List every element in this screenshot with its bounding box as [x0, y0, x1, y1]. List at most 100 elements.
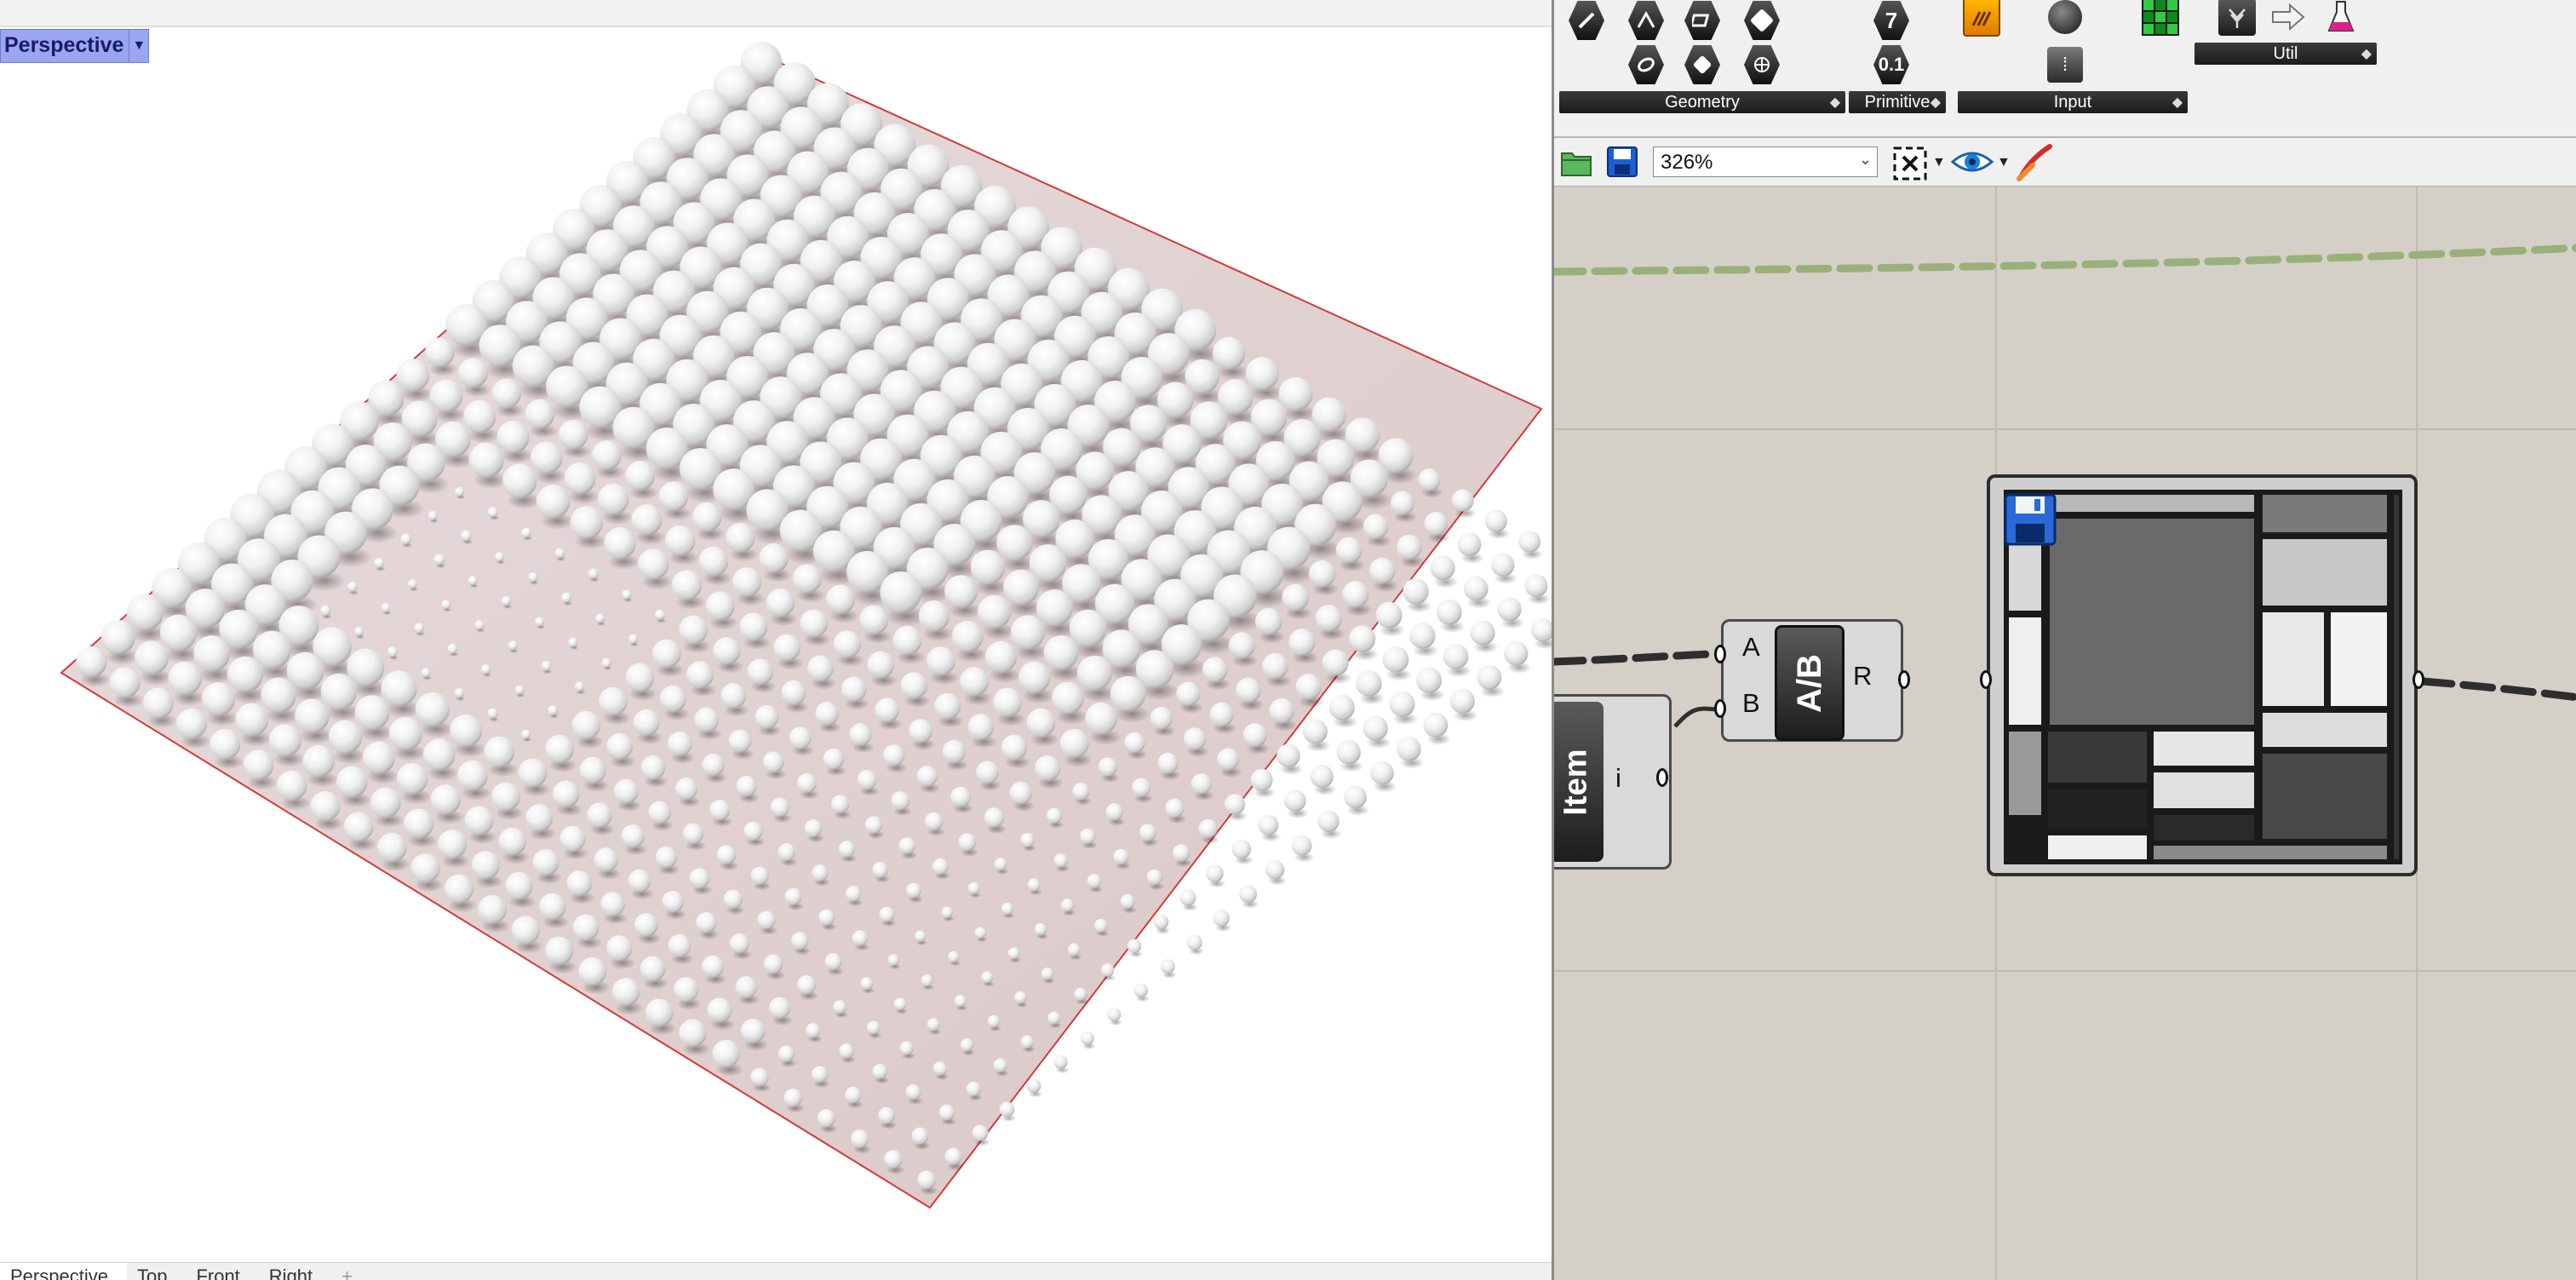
sphere — [781, 680, 806, 705]
number-param-icon[interactable]: 0.1 — [1871, 44, 1912, 85]
sphere — [209, 729, 240, 760]
output-port-i[interactable] — [1656, 768, 1668, 787]
relay-arrow-icon[interactable] — [2268, 0, 2309, 37]
chevron-down-icon[interactable]: ⌄ — [1859, 151, 1872, 169]
output-port-r[interactable] — [1898, 670, 1910, 689]
add-viewport-tab-icon[interactable]: + — [331, 1263, 371, 1280]
sphere — [1464, 577, 1489, 601]
sketch-brush-icon[interactable] — [2014, 143, 2057, 182]
viewport-tab-front[interactable]: Front — [186, 1263, 258, 1280]
ribbon-group-input[interactable]: Input ◆ — [1958, 91, 2188, 113]
mesh-param-icon[interactable] — [1741, 44, 1782, 85]
image-output-port[interactable] — [2412, 670, 2424, 689]
sphere — [839, 1043, 854, 1059]
image-sampler-component[interactable] — [1987, 474, 2418, 876]
sphere — [712, 1040, 739, 1067]
preview-eye-icon[interactable] — [1951, 146, 1994, 177]
box-param-icon[interactable] — [1682, 44, 1723, 85]
sphere — [423, 738, 456, 771]
expand-group-icon[interactable]: ◆ — [1830, 94, 1840, 111]
zoom-extents-icon[interactable] — [1891, 145, 1929, 182]
list-item-component[interactable]: Item i — [1554, 694, 1672, 870]
sphere — [1157, 753, 1178, 773]
sphere — [1390, 692, 1415, 717]
sphere — [638, 548, 668, 579]
expand-group-icon[interactable]: ◆ — [2361, 45, 2372, 62]
sphere — [1035, 923, 1047, 935]
sphere — [495, 552, 504, 561]
sphere — [694, 708, 719, 732]
sphere — [1497, 597, 1521, 621]
sphere — [587, 802, 611, 827]
grasshopper-canvas[interactable]: Item i A B A/B R — [1554, 187, 2576, 1280]
viewport-title-tab[interactable]: Perspective ▼ — [0, 29, 149, 63]
sphere — [478, 895, 507, 924]
sphere — [900, 1042, 914, 1055]
pixel-grid-icon[interactable] — [2140, 0, 2181, 37]
integer-param-icon[interactable]: 7 — [1871, 0, 1912, 41]
save-disk-icon[interactable] — [2004, 493, 2057, 546]
sphere — [450, 715, 482, 747]
number-slider-icon[interactable] — [2045, 0, 2085, 37]
graph-mapper-icon[interactable] — [1961, 0, 2002, 37]
save-icon[interactable] — [1605, 145, 1639, 179]
image-input-port[interactable] — [1980, 670, 1992, 689]
sphere — [109, 667, 140, 697]
sphere — [1369, 558, 1396, 584]
ribbon-group-util[interactable]: Util ◆ — [2194, 43, 2377, 65]
sphere — [542, 661, 552, 671]
sphere — [985, 641, 1017, 673]
viewport-tab-perspective[interactable]: Perspective — [0, 1263, 127, 1280]
sphere — [1080, 829, 1095, 844]
rhino-viewport[interactable]: Perspective ▼ Perspective Top Front Righ… — [0, 0, 1552, 1280]
sphere — [941, 906, 952, 917]
sphere — [382, 603, 391, 612]
tree-icon[interactable] — [2217, 0, 2258, 37]
sphere — [724, 890, 743, 909]
sphere — [355, 695, 390, 730]
sphere-field-render — [0, 0, 1552, 1262]
geometry-param-icon[interactable] — [1566, 0, 1607, 41]
sphere — [499, 828, 527, 856]
flask-icon[interactable] — [2321, 0, 2361, 37]
sphere — [1202, 657, 1228, 682]
expand-group-icon[interactable]: ◆ — [2172, 94, 2183, 111]
brep-param-icon[interactable] — [1741, 0, 1782, 41]
ribbon-group-primitive[interactable]: Primitive ◆ — [1849, 91, 1946, 113]
input-label-b: B — [1742, 688, 1760, 719]
item-badge: Item — [1554, 702, 1604, 862]
ribbon-group-geometry[interactable]: Geometry ◆ — [1559, 91, 1845, 113]
sphere — [481, 664, 491, 674]
sphere — [1107, 1007, 1121, 1021]
sphere — [1085, 703, 1117, 735]
sphere — [815, 702, 839, 726]
zoom-level-select[interactable]: 326% ⌄ — [1653, 146, 1878, 177]
sphere — [1239, 885, 1257, 903]
viewport-menu-chevron-down-icon[interactable]: ▼ — [129, 30, 148, 62]
sphere — [448, 644, 458, 654]
zoom-extents-dropdown-icon[interactable]: ▼ — [1932, 155, 1946, 170]
preview-dropdown-icon[interactable]: ▼ — [1997, 155, 2011, 170]
panel-input-icon[interactable]: ⁞ — [2045, 44, 2085, 85]
curve-param-icon[interactable] — [1626, 0, 1667, 41]
viewport-tab-right[interactable]: Right — [259, 1263, 331, 1280]
viewport-tab-top[interactable]: Top — [127, 1263, 186, 1280]
open-folder-icon[interactable] — [1559, 145, 1593, 179]
surface-param-icon[interactable] — [1682, 0, 1723, 41]
sphere — [1312, 397, 1346, 431]
sphere — [672, 570, 702, 600]
sphere — [505, 872, 532, 899]
input-port-b[interactable] — [1714, 699, 1726, 718]
viewport-title-label: Perspective — [1, 30, 129, 62]
expand-group-icon[interactable]: ◆ — [1931, 94, 1941, 111]
sphere — [1028, 878, 1041, 891]
sphere — [806, 1023, 820, 1037]
input-port-a[interactable] — [1714, 645, 1726, 663]
division-component[interactable]: A B A/B R — [1721, 619, 1903, 742]
sphere — [1477, 665, 1501, 690]
sphere — [927, 646, 955, 675]
sphere — [702, 956, 724, 978]
circle-param-icon[interactable] — [1626, 44, 1667, 85]
sphere — [994, 1059, 1007, 1072]
sphere — [981, 971, 993, 983]
